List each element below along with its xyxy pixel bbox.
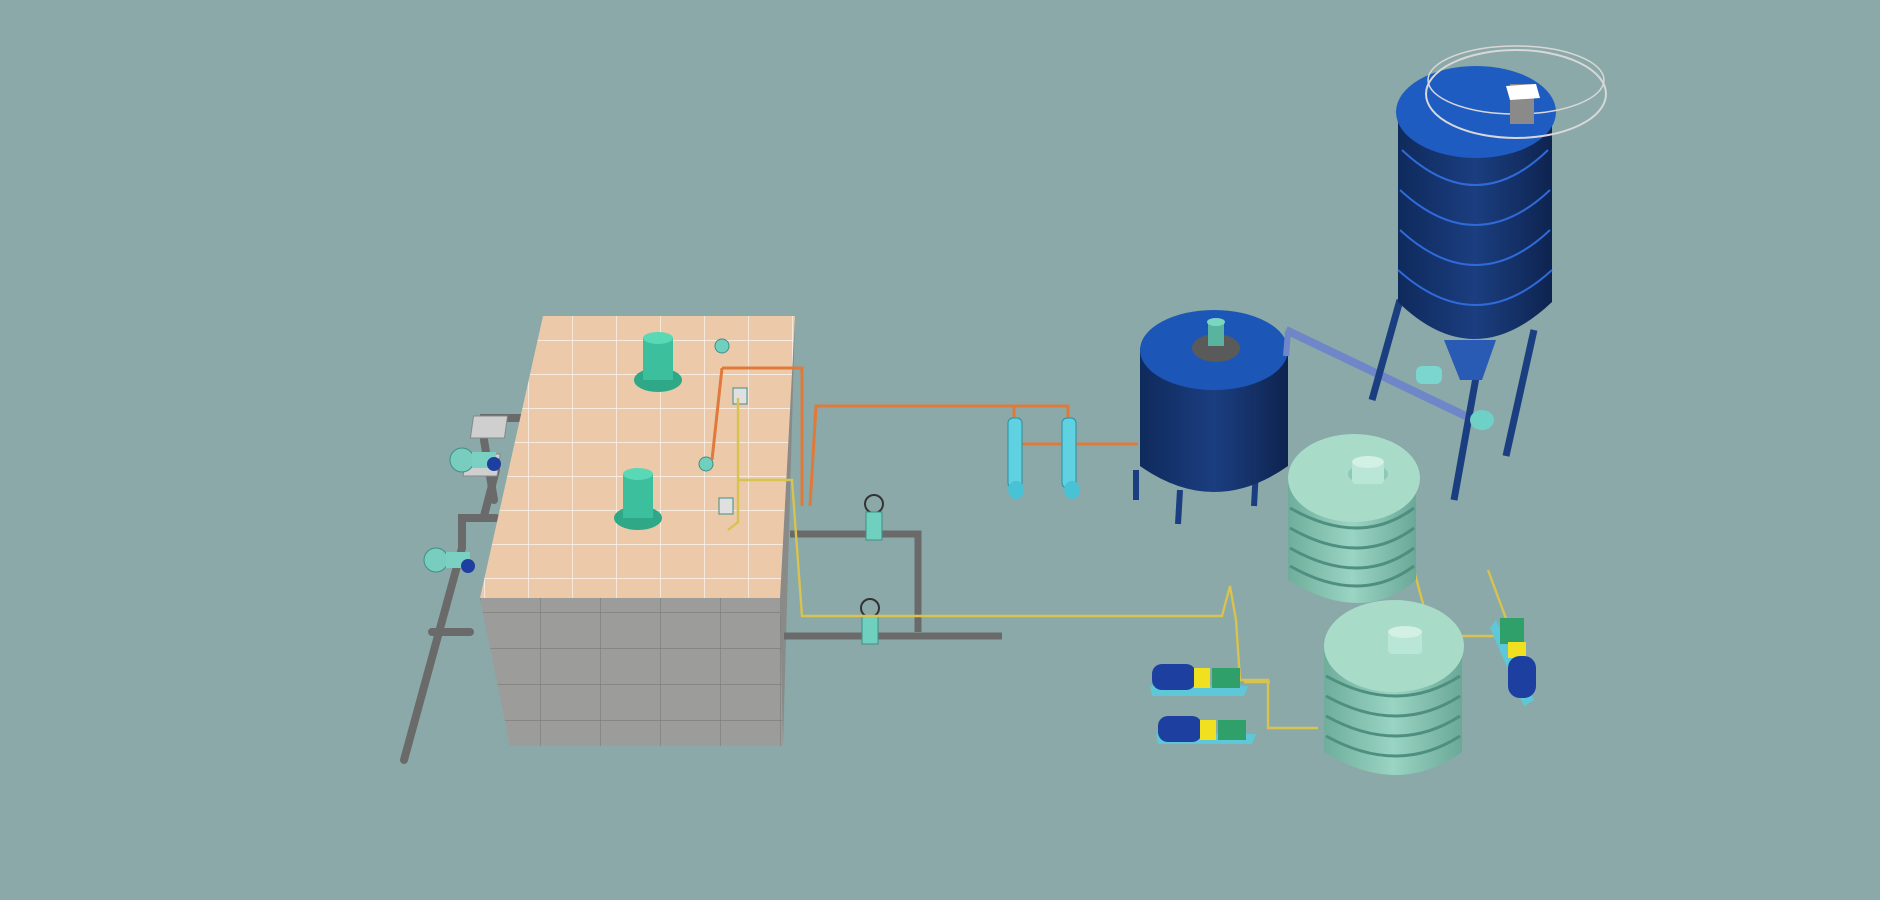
outlet-valve-1 — [864, 494, 884, 541]
outlet-pipes — [784, 530, 1002, 640]
pool-top-face — [480, 316, 795, 598]
dosing-pump-2 — [1061, 417, 1080, 499]
process-plant-scene — [400, 45, 1607, 775]
blue-mixer-tank — [1133, 310, 1288, 525]
horizontal-pump-2 — [1156, 716, 1256, 744]
concrete-pool-tank — [400, 316, 795, 764]
horizontal-pump-1 — [1150, 664, 1248, 696]
left-valve-2 — [423, 547, 475, 573]
dosing-pump-1 — [1007, 417, 1024, 499]
stacked-tank-upper — [1288, 434, 1420, 603]
pool-hatch-1 — [469, 415, 509, 439]
stacked-tank-lower — [1324, 600, 1464, 775]
pool-front-face — [480, 598, 783, 746]
outlet-valve-2 — [860, 598, 880, 645]
horizontal-pump-3 — [1490, 618, 1536, 706]
blue-storage-silo — [1368, 45, 1607, 501]
